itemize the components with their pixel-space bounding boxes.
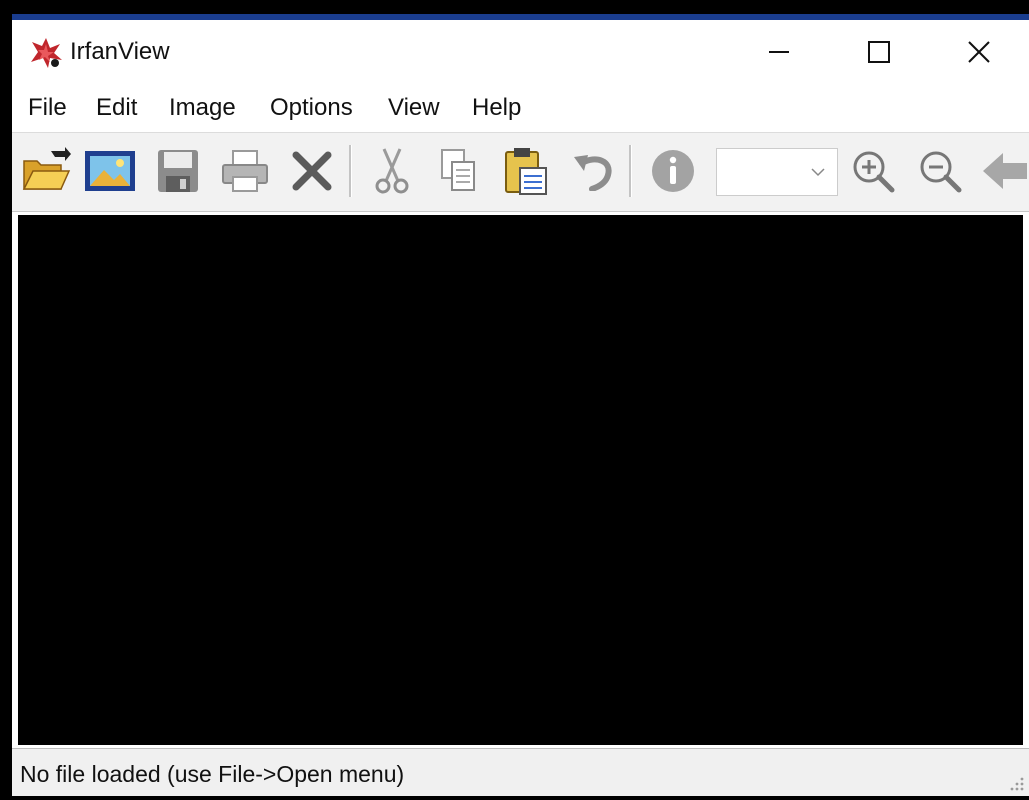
menu-bar: File Edit Image Options View Help xyxy=(12,84,1029,132)
info-icon xyxy=(652,150,694,192)
copy-icon xyxy=(441,149,475,191)
info-button[interactable] xyxy=(645,143,701,199)
paste-button[interactable] xyxy=(498,143,554,199)
menu-image[interactable]: Image xyxy=(169,94,236,122)
open-folder-icon xyxy=(22,147,71,190)
toolbar-separator xyxy=(629,145,632,197)
chevron-down-icon xyxy=(811,168,825,177)
undo-icon xyxy=(574,155,612,191)
previous-arrow-icon xyxy=(983,153,1027,189)
menu-edit[interactable]: Edit xyxy=(96,94,137,122)
maximize-icon xyxy=(868,41,890,63)
zoom-level-combo[interactable] xyxy=(716,148,838,196)
zoom-in-icon xyxy=(853,151,895,193)
app-window: IrfanView File Edit Image Options View H… xyxy=(12,14,1029,796)
zoom-out-icon xyxy=(920,151,962,193)
minimize-icon xyxy=(769,51,789,53)
save-button[interactable] xyxy=(150,143,206,199)
previous-image-button[interactable] xyxy=(976,143,1029,199)
close-button[interactable] xyxy=(929,20,1029,84)
paste-icon xyxy=(505,148,547,195)
print-button[interactable] xyxy=(217,143,273,199)
toolbar xyxy=(12,132,1029,212)
delete-button[interactable] xyxy=(284,143,340,199)
image-canvas[interactable] xyxy=(18,215,1023,745)
irfanview-logo-icon xyxy=(31,38,62,68)
menu-options[interactable]: Options xyxy=(270,94,353,122)
zoom-out-button[interactable] xyxy=(912,143,968,199)
title-bar[interactable]: IrfanView xyxy=(12,20,1029,84)
maximize-button[interactable] xyxy=(829,20,929,84)
window-title: IrfanView xyxy=(70,38,170,65)
slideshow-icon xyxy=(85,151,135,191)
slideshow-button[interactable] xyxy=(82,143,138,199)
menu-view[interactable]: View xyxy=(388,94,440,122)
status-bar: No file loaded (use File->Open menu) xyxy=(12,748,1029,796)
undo-button[interactable] xyxy=(564,143,620,199)
save-icon xyxy=(158,150,198,192)
cut-button[interactable] xyxy=(364,143,420,199)
status-text: No file loaded (use File->Open menu) xyxy=(20,761,405,787)
resize-grip-icon[interactable] xyxy=(1009,776,1025,792)
toolbar-separator xyxy=(349,145,352,197)
cut-icon xyxy=(375,148,409,194)
zoom-dropdown-button[interactable] xyxy=(799,149,837,195)
print-icon xyxy=(222,150,268,192)
close-icon xyxy=(968,41,990,63)
menu-help[interactable]: Help xyxy=(472,94,521,122)
open-button[interactable] xyxy=(18,143,74,199)
delete-icon xyxy=(292,151,332,191)
copy-button[interactable] xyxy=(430,143,486,199)
menu-file[interactable]: File xyxy=(28,94,67,122)
zoom-in-button[interactable] xyxy=(845,143,901,199)
minimize-button[interactable] xyxy=(729,20,829,84)
